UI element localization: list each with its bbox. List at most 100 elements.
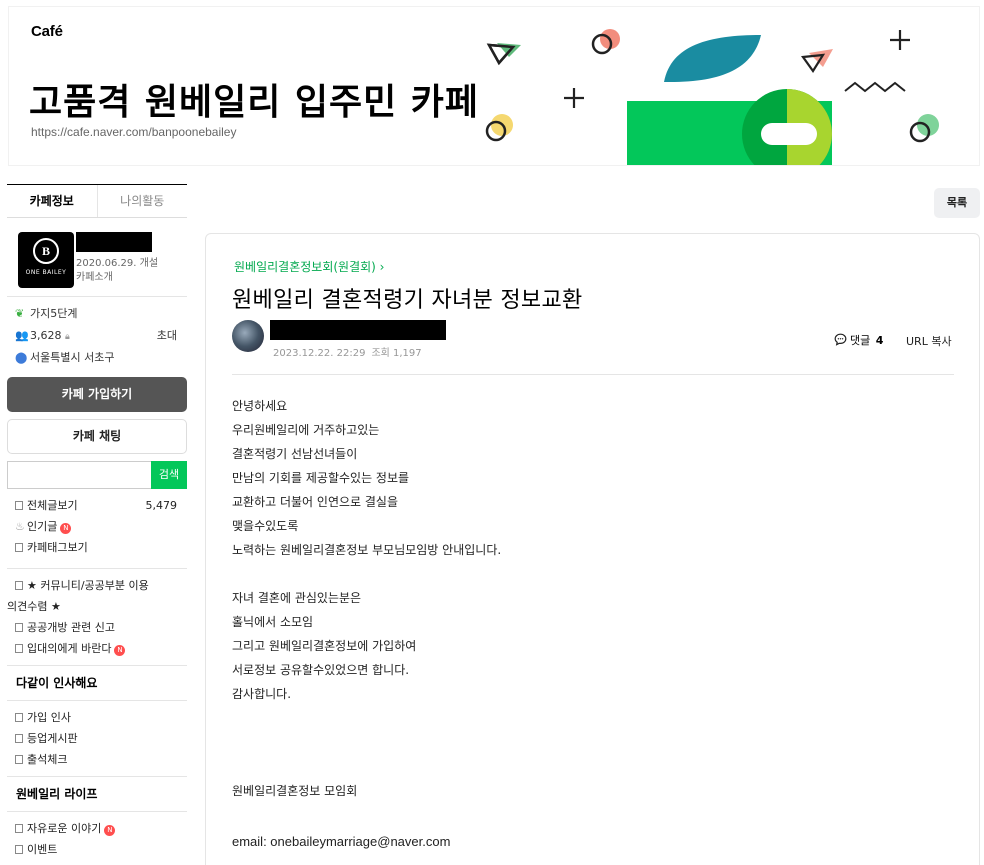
- menu-item-join-greeting[interactable]: 가입 인사: [15, 707, 187, 728]
- menu-item-council[interactable]: 입대의에게 바란다 N: [15, 638, 187, 659]
- board-icon: [15, 623, 23, 632]
- menu-item-label: 가입 인사: [27, 711, 71, 724]
- menu-group-greet: 다같이 인사해요: [16, 676, 98, 690]
- cafe-level-label: 가지5단계: [30, 307, 78, 320]
- new-badge: N: [114, 645, 126, 656]
- leaf-decoration: [664, 35, 761, 83]
- cafe-profile: B ONE BAILEY 2020.06.29. 개설 카페소개: [7, 232, 187, 296]
- author-avatar[interactable]: [232, 320, 264, 352]
- post-line: 감사합니다.: [232, 687, 292, 701]
- menu-item-popular[interactable]: ♨ 인기글 N: [15, 516, 187, 537]
- post-meta: 2023.12.22. 22:29 조회 1,197: [273, 344, 428, 359]
- cafe-logo-text: ONE BAILEY: [25, 269, 67, 276]
- redacted-author-name: [270, 320, 446, 340]
- menu-group-life: 원베일리 라이프: [16, 787, 98, 801]
- post-line: 만남의 기회를 제공할수있는 정보를: [232, 471, 410, 485]
- cafe-search: 검색: [7, 461, 187, 489]
- sidebar: 카페정보 나의활동 B ONE BAILEY 2020.06.29. 개설 카페…: [7, 184, 187, 865]
- menu-item-label: 인기글: [27, 520, 58, 533]
- menu-item-label: 출석체크: [27, 753, 68, 766]
- member-count[interactable]: 👥3,628 🔒︎ 초대: [15, 325, 187, 347]
- post-signature: 원베일리결혼정보 모임회: [232, 784, 358, 798]
- location-pin-icon: ⬤: [15, 351, 28, 364]
- plus-decoration: [564, 88, 584, 108]
- menu-item-label: 카페태그보기: [27, 541, 88, 554]
- menu-item-all-posts[interactable]: 전체글보기 5,479: [15, 495, 187, 516]
- board-icon: [15, 501, 23, 510]
- board-icon: [15, 644, 23, 653]
- redacted-manager-name: [76, 232, 152, 252]
- post-line: 노력하는 원베일리결혼정보 부모님모임방 안내입니다.: [232, 543, 502, 557]
- new-badge: N: [60, 523, 72, 534]
- article-card: 원베일리결혼정보회(원결회) › 원베일리 결혼적령기 자녀분 정보교환 202…: [205, 233, 980, 865]
- menu-item-label: ★ 커뮤니티/공공부분 이용: [27, 579, 149, 592]
- sprout-icon: ❦: [15, 307, 25, 320]
- cafe-chat-button[interactable]: 카페 채팅: [7, 419, 187, 454]
- zigzag-decoration: [844, 81, 906, 93]
- attendance-icon: [15, 755, 23, 764]
- board-icon: [15, 824, 23, 833]
- menu-item-label: 등업게시판: [27, 732, 78, 745]
- menu-item-level-up[interactable]: 등업게시판: [15, 728, 187, 749]
- fire-icon: ♨: [15, 520, 25, 533]
- menu-item-community-feedback-cont[interactable]: 의견수렴 ★: [7, 596, 187, 617]
- url-copy-button[interactable]: URL 복사: [906, 333, 952, 349]
- menu-item-label: 공공개방 관련 신고: [27, 621, 115, 634]
- menu-item-tags[interactable]: 카페태그보기: [15, 537, 187, 558]
- tab-my-activity[interactable]: 나의활동: [98, 185, 188, 217]
- post-title: 원베일리 결혼적령기 자녀분 정보교환: [232, 288, 583, 313]
- post-line: 자녀 결혼에 관심있는분은: [232, 591, 362, 605]
- banner-decoration: [485, 29, 939, 165]
- post-line: [232, 562, 501, 586]
- post-views: 조회 1,197: [371, 348, 422, 359]
- member-count-value: 3,628: [30, 329, 62, 342]
- menu-item-label: 자유로운 이야기: [27, 822, 102, 835]
- board-link[interactable]: 원베일리결혼정보회(원결회) ›: [234, 258, 384, 275]
- menu-item-free-talk[interactable]: 자유로운 이야기 N: [15, 818, 187, 839]
- post-line: 서로정보 공유할수있었으면 합니다.: [232, 663, 410, 677]
- cafe-banner: Café 고품격 원베일리 입주민 카페 https://cafe.naver.…: [8, 6, 980, 166]
- menu-item-attendance[interactable]: 출석체크: [15, 749, 187, 770]
- comment-bubble-icon: [834, 333, 847, 346]
- cafe-search-input[interactable]: [7, 461, 151, 489]
- menu-life: 자유로운 이야기 N 이벤트: [7, 812, 187, 860]
- cafe-location[interactable]: ⬤ 서울특별시 서초구: [15, 347, 187, 369]
- menu-item-label: 전체글보기: [27, 499, 78, 512]
- invite-button[interactable]: 초대: [157, 325, 177, 347]
- post-line: 결혼적령기 선남선녀들이: [232, 447, 358, 461]
- menu-item-label: 입대의에게 바란다: [27, 642, 112, 655]
- menu-item-label: 이벤트: [27, 843, 58, 856]
- comments-link[interactable]: 댓글 4: [834, 332, 883, 348]
- menu-item-community-feedback[interactable]: ★ 커뮤니티/공공부분 이용: [15, 575, 187, 596]
- cafe-intro-link[interactable]: 카페소개: [76, 268, 113, 283]
- cafe-open-date: 2020.06.29. 개설: [76, 258, 159, 269]
- divider: [232, 374, 954, 375]
- post-date: 2023.12.22. 22:29: [273, 348, 366, 359]
- new-badge: N: [104, 825, 116, 836]
- cafe-level[interactable]: ❦ 가지5단계: [15, 303, 187, 325]
- tab-cafe-info[interactable]: 카페정보: [7, 185, 98, 217]
- post-line: 홀닉에서 소모임: [232, 615, 314, 629]
- post-line: 교환하고 더불어 인연으로 결실을: [232, 495, 399, 509]
- cafe-stats: ❦ 가지5단계 👥3,628 🔒︎ 초대 ⬤ 서울특별시 서초구: [7, 297, 187, 369]
- cafe-logo[interactable]: B ONE BAILEY: [18, 232, 74, 288]
- menu-community: ★ 커뮤니티/공공부분 이용 의견수렴 ★ 공공개방 관련 신고 입대의에게 바…: [7, 569, 187, 659]
- board-icon: [15, 713, 23, 722]
- menu-item-public-report[interactable]: 공공개방 관련 신고: [15, 617, 187, 638]
- comments-label: 댓글: [850, 334, 871, 347]
- lock-icon: 🔒︎: [65, 332, 70, 342]
- post-line: 안녕하세요: [232, 399, 288, 413]
- board-icon: [15, 581, 23, 590]
- post-body: 안녕하세요 우리원베일리에 거주하고있는 결혼적령기 선남선녀들이 만남의 기회…: [232, 394, 501, 706]
- cafe-logo-letter: B: [33, 238, 59, 264]
- menu-main: 전체글보기 5,479 ♨ 인기글 N 카페태그보기: [7, 489, 187, 558]
- post-line: 그리고 원베일리결혼정보에 가입하여: [232, 639, 417, 653]
- menu-item-event[interactable]: 이벤트: [15, 839, 187, 860]
- all-posts-count: 5,479: [145, 499, 178, 512]
- menu-item-label: 의견수렴 ★: [7, 600, 61, 613]
- join-cafe-button[interactable]: 카페 가입하기: [7, 377, 187, 412]
- search-button[interactable]: 검색: [151, 461, 187, 489]
- members-icon: 👥: [15, 329, 29, 342]
- list-button[interactable]: 목록: [934, 188, 980, 218]
- comments-count: 4: [875, 334, 884, 347]
